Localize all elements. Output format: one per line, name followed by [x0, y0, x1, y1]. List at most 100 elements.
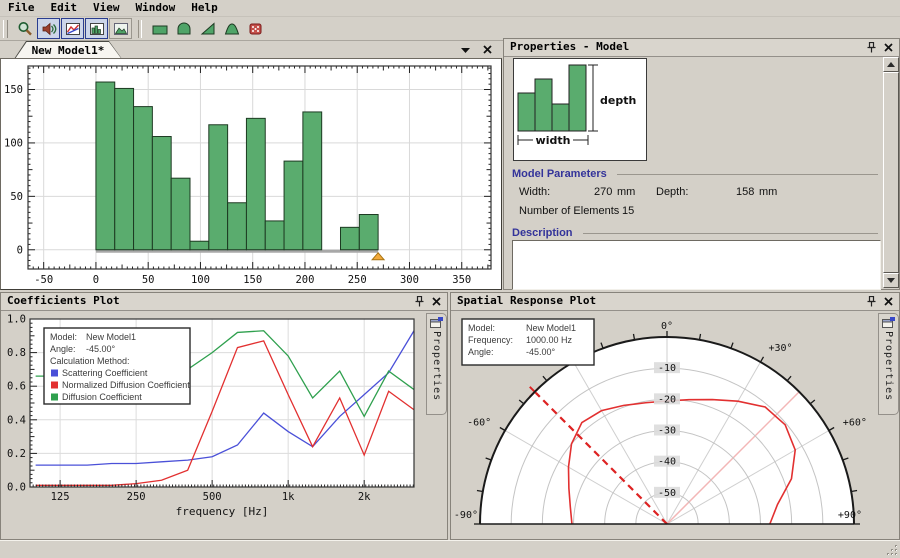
document-close-button[interactable]: [480, 43, 494, 56]
menu-bar: FileEditViewWindowHelp: [0, 0, 900, 17]
model-profile-chart[interactable]: -50050100150200250300350050100150: [0, 58, 502, 290]
svg-text:200: 200: [295, 274, 314, 286]
model-preview-diagram: depthwidth: [514, 59, 644, 158]
shape-rectangle-button[interactable]: [148, 18, 171, 39]
svg-text:Calculation Method:: Calculation Method:: [50, 356, 130, 366]
properties-panel-title: Properties - Model: [510, 40, 629, 53]
shape-bell-button[interactable]: [220, 18, 243, 39]
svg-text:0°: 0°: [661, 321, 673, 332]
depth-unit: mm: [759, 186, 777, 198]
menu-view[interactable]: View: [85, 0, 128, 16]
resize-grip[interactable]: [886, 544, 899, 557]
zoom-button[interactable]: [13, 18, 36, 39]
svg-text:150: 150: [243, 274, 262, 286]
coefficients-chart[interactable]: 0.00.20.40.60.81.01252505001k2kfrequency…: [2, 311, 426, 537]
elements-value[interactable]: 15: [622, 205, 634, 217]
svg-text:Angle:: Angle:: [50, 344, 76, 354]
properties-window-icon: [882, 317, 895, 328]
spatial-pin-button[interactable]: [865, 295, 878, 308]
svg-text:0: 0: [17, 244, 23, 256]
properties-close-button[interactable]: [882, 41, 895, 54]
svg-text:+30°: +30°: [769, 343, 793, 354]
random-generator-button[interactable]: [244, 18, 267, 39]
svg-text:2k: 2k: [358, 491, 371, 503]
spatial-panel-titlebar: Spatial Response Plot: [451, 293, 899, 311]
coefficients-panel-titlebar: Coefficients Plot: [1, 293, 447, 311]
svg-text:Model:: Model:: [468, 323, 495, 333]
svg-text:100: 100: [191, 274, 210, 286]
properties-panel-titlebar: Properties - Model: [504, 39, 899, 57]
svg-text:New Model1: New Model1: [86, 332, 136, 342]
sidetab-label: Properties: [431, 331, 442, 401]
model-profile-histogram: -50050100150200250300350050100150: [1, 59, 497, 289]
model-preview: depthwidth: [513, 58, 647, 161]
spatial-response-chart[interactable]: -10-20-30-40-50-90°-60°-30°0°+30°+60°+90…: [452, 311, 876, 539]
document-tab-bar: New Model1*: [0, 41, 502, 58]
width-label: Width:: [519, 186, 550, 198]
document-menu-button[interactable]: [458, 43, 472, 56]
scrollbar-thumb[interactable]: [883, 72, 899, 273]
svg-text:frequency [Hz]: frequency [Hz]: [176, 505, 269, 518]
shape-bell-icon: [223, 21, 241, 37]
svg-text:0.0: 0.0: [7, 482, 26, 494]
sidetab-label: Properties: [883, 331, 894, 401]
view-image-button[interactable]: [109, 18, 132, 39]
model-parameters-header: Model Parameters: [512, 168, 878, 180]
menu-window[interactable]: Window: [128, 0, 184, 16]
coefficients-view-icon: [65, 21, 81, 37]
arrow-down-icon: [887, 278, 895, 283]
svg-text:-50: -50: [34, 274, 53, 286]
svg-text:New Model1: New Model1: [526, 323, 576, 333]
svg-text:-40: -40: [658, 457, 676, 468]
svg-text:Frequency:: Frequency:: [468, 335, 513, 345]
properties-panel: Properties - Model depthwidth Model Para…: [503, 38, 900, 290]
model-image-view-icon: [113, 21, 129, 37]
toolbar-grip[interactable]: [3, 20, 8, 38]
view-coefficients-button[interactable]: [61, 18, 84, 39]
spatial-properties-sidetab[interactable]: Properties: [878, 313, 899, 415]
scroll-up-button[interactable]: [883, 57, 899, 72]
tab-new-model1[interactable]: New Model1*: [14, 41, 122, 59]
properties-pin-button[interactable]: [865, 41, 878, 54]
view-profile-button[interactable]: [85, 18, 108, 39]
svg-text:100: 100: [4, 137, 23, 149]
depth-label: Depth:: [656, 186, 688, 198]
spatial-close-button[interactable]: [882, 295, 895, 308]
pin-icon: [415, 296, 424, 307]
width-value[interactable]: 270: [594, 186, 612, 198]
shape-arch-icon: [175, 21, 193, 37]
svg-text:50: 50: [142, 274, 155, 286]
divider: [583, 233, 878, 234]
pin-icon: [867, 296, 876, 307]
spatial-panel: Spatial Response Plot -10-20-30-40-50-90…: [450, 292, 900, 540]
pin-icon: [867, 42, 876, 53]
shape-triangle-button[interactable]: [196, 18, 219, 39]
description-header: Description: [512, 227, 878, 239]
svg-text:250: 250: [348, 274, 367, 286]
svg-text:0.6: 0.6: [7, 381, 26, 393]
coefficients-properties-sidetab[interactable]: Properties: [426, 313, 447, 415]
svg-text:width: width: [536, 134, 571, 147]
shape-rectangle-icon: [151, 21, 169, 37]
coefficients-pin-button[interactable]: [413, 295, 426, 308]
svg-text:-90°: -90°: [454, 510, 478, 521]
coefficients-close-button[interactable]: [430, 295, 443, 308]
view-spatial-button[interactable]: [37, 18, 60, 39]
menu-help[interactable]: Help: [183, 0, 226, 16]
menu-edit[interactable]: Edit: [43, 0, 86, 16]
shape-arch-button[interactable]: [172, 18, 195, 39]
svg-text:Normalized Diffusion Coefficie: Normalized Diffusion Coefficient: [62, 380, 190, 390]
svg-text:Angle:: Angle:: [468, 347, 494, 357]
description-field[interactable]: [512, 240, 881, 290]
dimensions-row: Width: 270 mm Depth: 158 mm: [504, 186, 899, 200]
depth-value[interactable]: 158: [736, 186, 754, 198]
svg-text:Diffusion Coefficient: Diffusion Coefficient: [62, 392, 142, 402]
scroll-down-button[interactable]: [883, 273, 899, 288]
menu-file[interactable]: File: [0, 0, 43, 16]
shape-triangle-icon: [199, 21, 217, 37]
elements-row: Number of Elements 15: [504, 205, 899, 219]
application-window: FileEditViewWindowHelp: [0, 0, 900, 558]
properties-scrollbar[interactable]: [883, 57, 899, 288]
svg-text:0: 0: [93, 274, 99, 286]
coefficients-panel-title: Coefficients Plot: [7, 294, 120, 307]
